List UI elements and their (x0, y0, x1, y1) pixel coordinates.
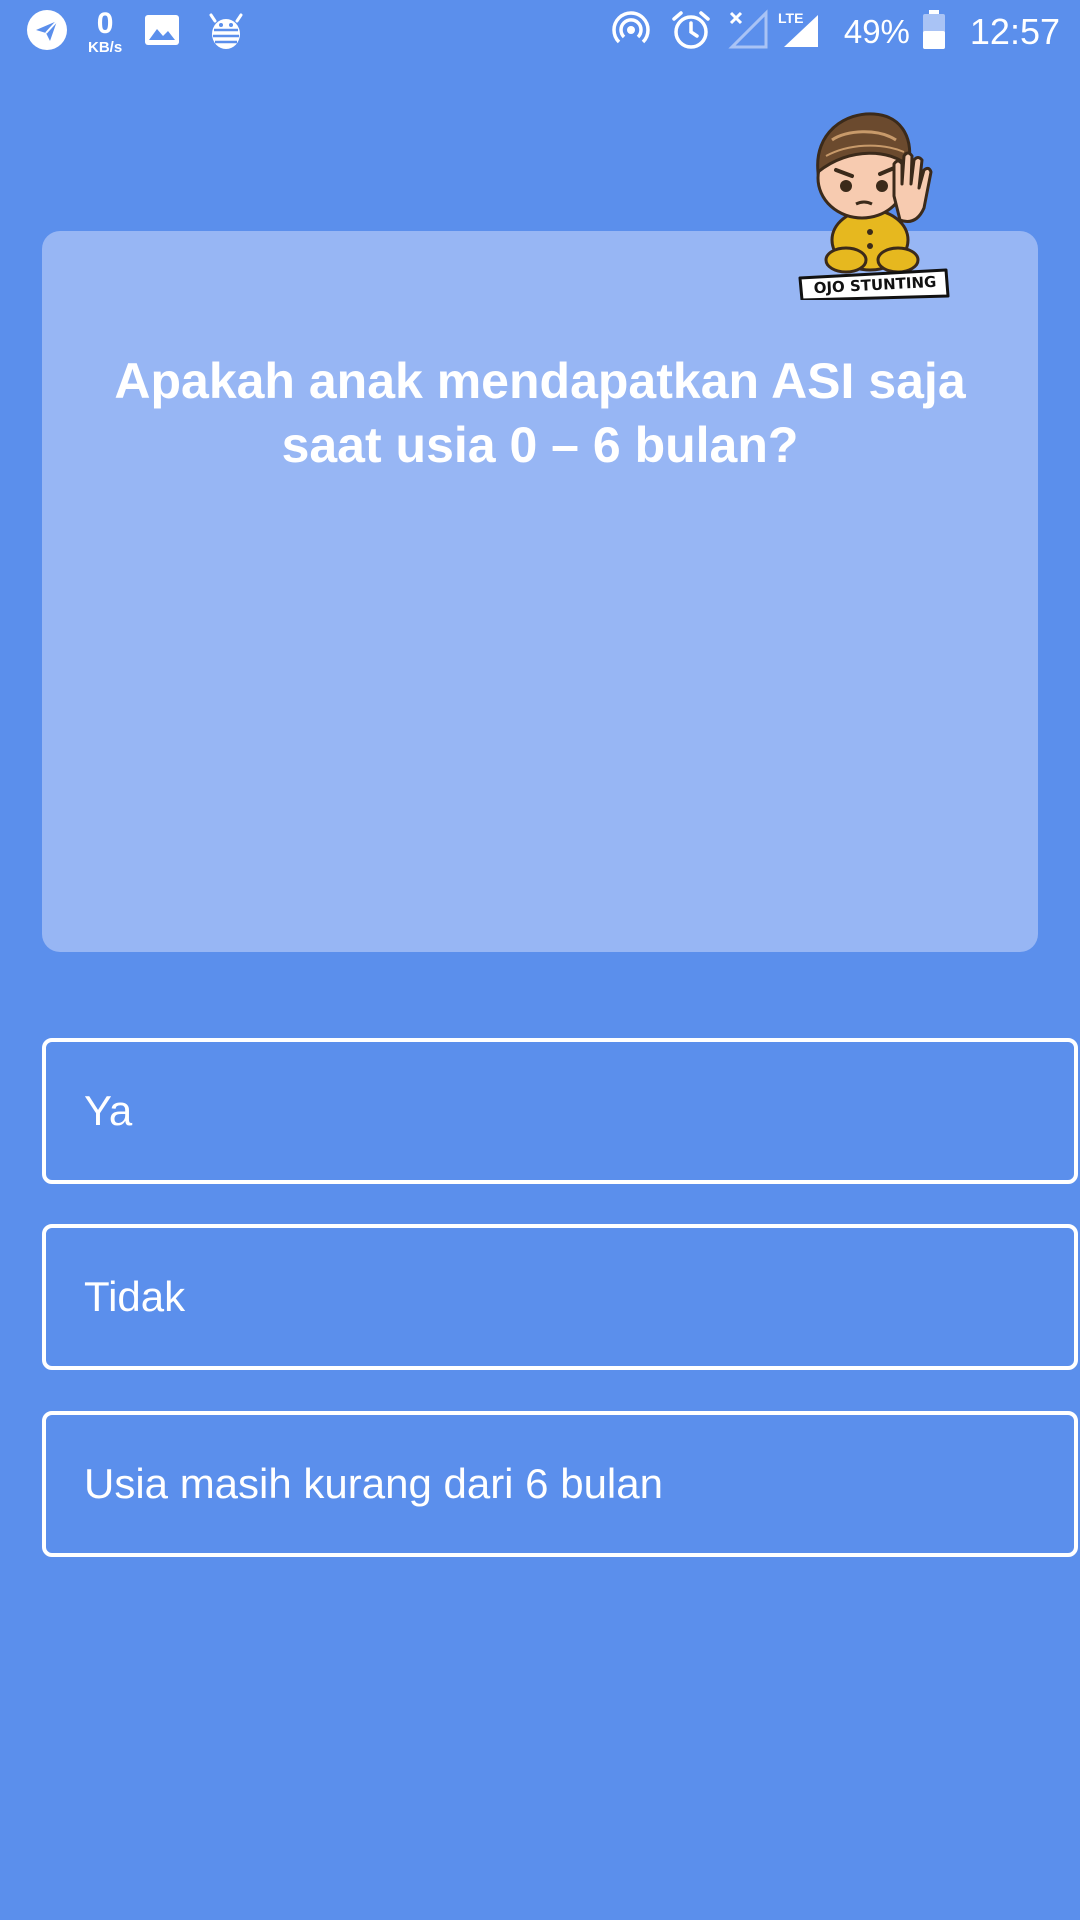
lte-signal-icon: LTE (774, 9, 822, 56)
debug-bug-icon (206, 9, 246, 56)
alarm-icon (670, 9, 712, 56)
battery-icon (922, 9, 946, 55)
telegram-icon (26, 9, 68, 56)
answer-option-ya[interactable]: Ya (42, 1038, 1078, 1184)
network-speed-value: 0 (96, 7, 114, 40)
answer-option-under-6-months[interactable]: Usia masih kurang dari 6 bulan (42, 1411, 1078, 1557)
question-text: Apakah anak mendapatkan ASI saja saat us… (114, 353, 966, 473)
answer-label: Ya (84, 1087, 133, 1134)
answer-option-tidak[interactable]: Tidak (42, 1224, 1078, 1370)
svg-text:LTE: LTE (778, 10, 803, 26)
status-bar: 0 KB/s LTE 49% 12:57 (0, 0, 1080, 64)
no-signal-icon (728, 8, 768, 56)
question-card: Apakah anak mendapatkan ASI saja saat us… (42, 231, 1038, 952)
hotspot-icon (610, 9, 652, 56)
image-icon (144, 14, 180, 51)
ojo-stunting-mascot-logo: OJO STUNTING (796, 100, 956, 302)
network-speed: 0 KB/s (88, 7, 123, 56)
network-speed-unit: KB/s (88, 39, 123, 56)
answer-label: Tidak (84, 1273, 186, 1320)
status-bar-left: 0 KB/s (26, 0, 246, 64)
status-bar-right: LTE 49% 12:57 (610, 0, 1060, 64)
mascot-illustration (798, 112, 950, 302)
battery-percent: 49% (843, 13, 910, 50)
clock: 12:57 (969, 11, 1060, 52)
answer-label: Usia masih kurang dari 6 bulan (84, 1460, 663, 1507)
